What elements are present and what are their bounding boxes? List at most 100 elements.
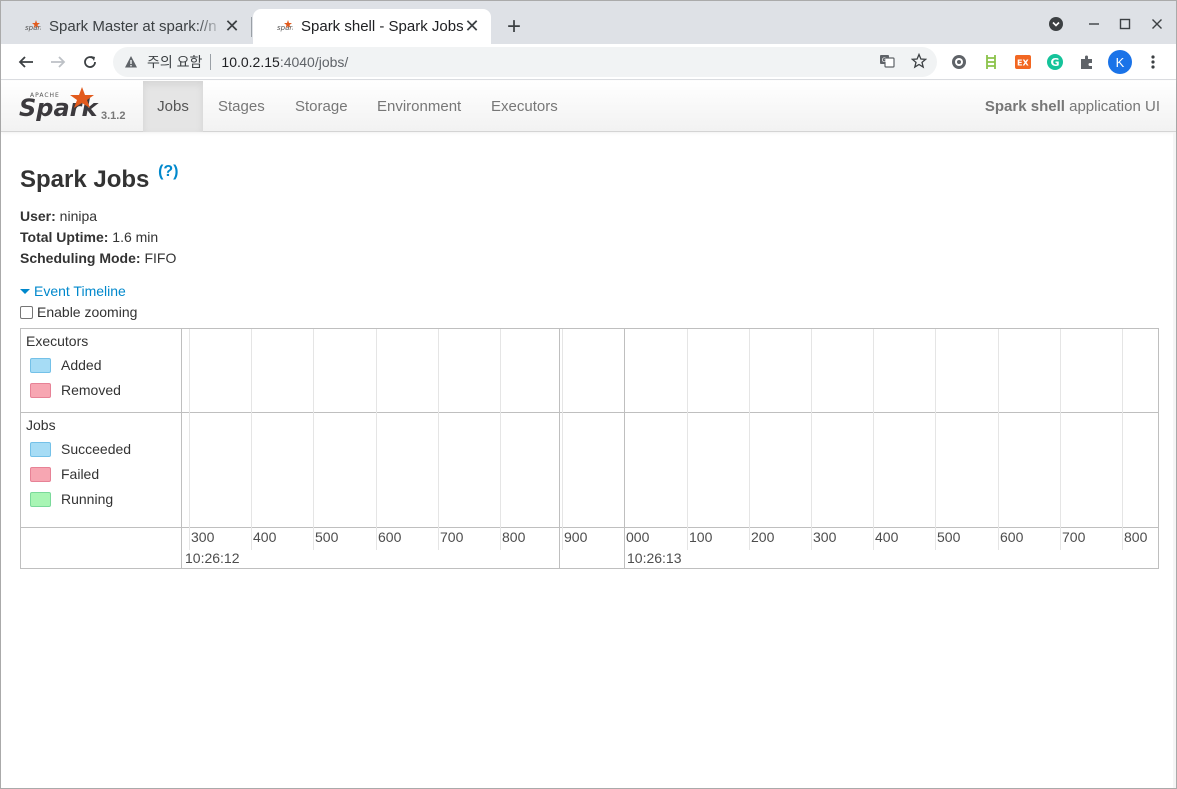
browser-menu-icon[interactable]	[1143, 52, 1163, 72]
tick-label: 600	[1000, 529, 1024, 545]
legend-failed: Failed	[30, 466, 99, 482]
nav-tab-jobs[interactable]: Jobs	[143, 81, 203, 132]
tick-label: 500	[315, 529, 339, 545]
info-value: FIFO	[140, 250, 177, 266]
gridline	[500, 329, 501, 550]
browser-window: spark Spark Master at spark://n ✕ spark …	[0, 0, 1177, 789]
info-label: Total Uptime:	[20, 229, 109, 245]
close-tab-icon[interactable]: ✕	[223, 16, 241, 36]
close-window-icon[interactable]	[1146, 13, 1168, 35]
tick-label: 500	[937, 529, 961, 545]
tick-label: 700	[440, 529, 464, 545]
legend-running: Running	[30, 491, 113, 507]
legend-swatch	[30, 441, 51, 457]
help-link[interactable]: (?)	[158, 163, 178, 180]
svg-text:EX: EX	[1017, 59, 1029, 68]
enable-zooming-checkbox[interactable]	[20, 305, 33, 319]
tab-search-icon[interactable]	[1045, 13, 1067, 35]
major-gridline	[559, 329, 560, 568]
group-jobs: Jobs Succeeded Failed Running	[21, 413, 181, 528]
page-title-text: Spark Jobs	[20, 166, 150, 193]
ladder-extension-icon[interactable]	[981, 52, 1001, 72]
grammarly-icon[interactable]: G	[1045, 52, 1065, 72]
tick-label: 400	[253, 529, 277, 545]
event-timeline[interactable]: Executors Added Removed Jobs Succeeded F…	[20, 328, 1159, 569]
gridline	[998, 329, 999, 550]
extensions-puzzle-icon[interactable]	[1077, 52, 1097, 72]
gridline	[251, 329, 252, 550]
enable-zooming-label: Enable zooming	[37, 304, 138, 320]
back-icon[interactable]	[13, 49, 39, 75]
gridline	[873, 329, 874, 550]
tick-label: 400	[875, 529, 899, 545]
gridline	[811, 329, 812, 550]
svg-text:spark: spark	[277, 24, 293, 32]
legend-label: Added	[61, 357, 102, 373]
warning-icon[interactable]	[123, 54, 139, 70]
gridline	[1060, 329, 1061, 550]
nav-tab-environment[interactable]: Environment	[363, 81, 475, 132]
gridline	[749, 329, 750, 550]
translate-icon[interactable]: G	[878, 52, 896, 70]
new-tab-button[interactable]: +	[501, 14, 527, 40]
minimize-icon[interactable]	[1083, 13, 1105, 35]
gridline	[438, 329, 439, 550]
info-user: User: ninipa	[20, 206, 176, 227]
maximize-icon[interactable]	[1114, 13, 1136, 35]
legend-swatch	[30, 357, 51, 373]
gridline	[1122, 329, 1123, 550]
svg-text:spark: spark	[25, 24, 41, 32]
browser-toolbar: 주의 요함 10.0.2.15:4040/jobs/ G EX G K	[1, 44, 1176, 80]
info-value: 1.6 min	[108, 229, 159, 245]
legend-swatch	[30, 466, 51, 482]
nav-tab-executors[interactable]: Executors	[477, 81, 572, 132]
tick-label: 800	[502, 529, 526, 545]
legend-added: Added	[30, 357, 101, 373]
group-executors: Executors Added Removed	[21, 329, 181, 413]
gridline	[687, 329, 688, 550]
legend-label: Running	[61, 491, 114, 507]
caret-down-icon	[20, 288, 30, 294]
info-uptime: Total Uptime: 1.6 min	[20, 227, 176, 248]
tick-label: 600	[378, 529, 402, 545]
spark-favicon-icon: spark	[25, 19, 41, 35]
omnibox-divider	[210, 54, 212, 70]
settings-gear-extension-icon[interactable]	[949, 52, 969, 72]
event-timeline-label: Event Timeline	[34, 283, 126, 299]
nav-tab-storage[interactable]: Storage	[281, 81, 362, 132]
gridline	[376, 329, 377, 550]
group-title: Executors	[26, 333, 89, 349]
close-tab-icon[interactable]: ✕	[463, 16, 481, 36]
ex-extension-icon[interactable]: EX	[1013, 52, 1033, 72]
security-label[interactable]: 주의 요함	[147, 52, 202, 72]
bookmark-star-icon[interactable]	[910, 52, 928, 70]
spark-logo[interactable]: APACHE Spark	[18, 85, 133, 129]
gridline	[562, 329, 563, 550]
profile-avatar[interactable]: K	[1108, 50, 1132, 74]
nav-tab-stages[interactable]: Stages	[204, 81, 279, 132]
info-value: ninipa	[55, 208, 98, 224]
tick-label: 200	[751, 529, 775, 545]
gridline	[189, 329, 190, 550]
gridline	[935, 329, 936, 550]
address-bar[interactable]: 주의 요함 10.0.2.15:4040/jobs/	[113, 47, 937, 77]
legend-swatch	[30, 382, 51, 398]
tick-label: 900	[564, 529, 588, 545]
tab-spark-shell[interactable]: spark Spark shell - Spark Jobs ✕	[253, 9, 491, 44]
legend-swatch	[30, 491, 51, 507]
tick-label: 800	[1124, 529, 1148, 545]
spark-favicon-icon: spark	[277, 19, 293, 35]
tab-spark-master[interactable]: spark Spark Master at spark://n ✕	[1, 9, 251, 44]
tab-separator	[251, 17, 252, 37]
event-timeline-toggle[interactable]: Event Timeline	[20, 283, 126, 299]
group-title: Jobs	[26, 417, 56, 433]
enable-zooming-option[interactable]: Enable zooming	[20, 304, 137, 320]
page-title: Spark Jobs (?)	[20, 163, 179, 194]
reload-icon[interactable]	[77, 49, 103, 75]
forward-icon[interactable]	[45, 49, 71, 75]
tick-label: 000	[626, 529, 650, 545]
major-time-label: 10:26:12	[185, 550, 240, 566]
page-scrollbar[interactable]	[1173, 132, 1176, 788]
major-gridline	[624, 329, 625, 568]
info-scheduling-mode: Scheduling Mode: FIFO	[20, 248, 176, 269]
